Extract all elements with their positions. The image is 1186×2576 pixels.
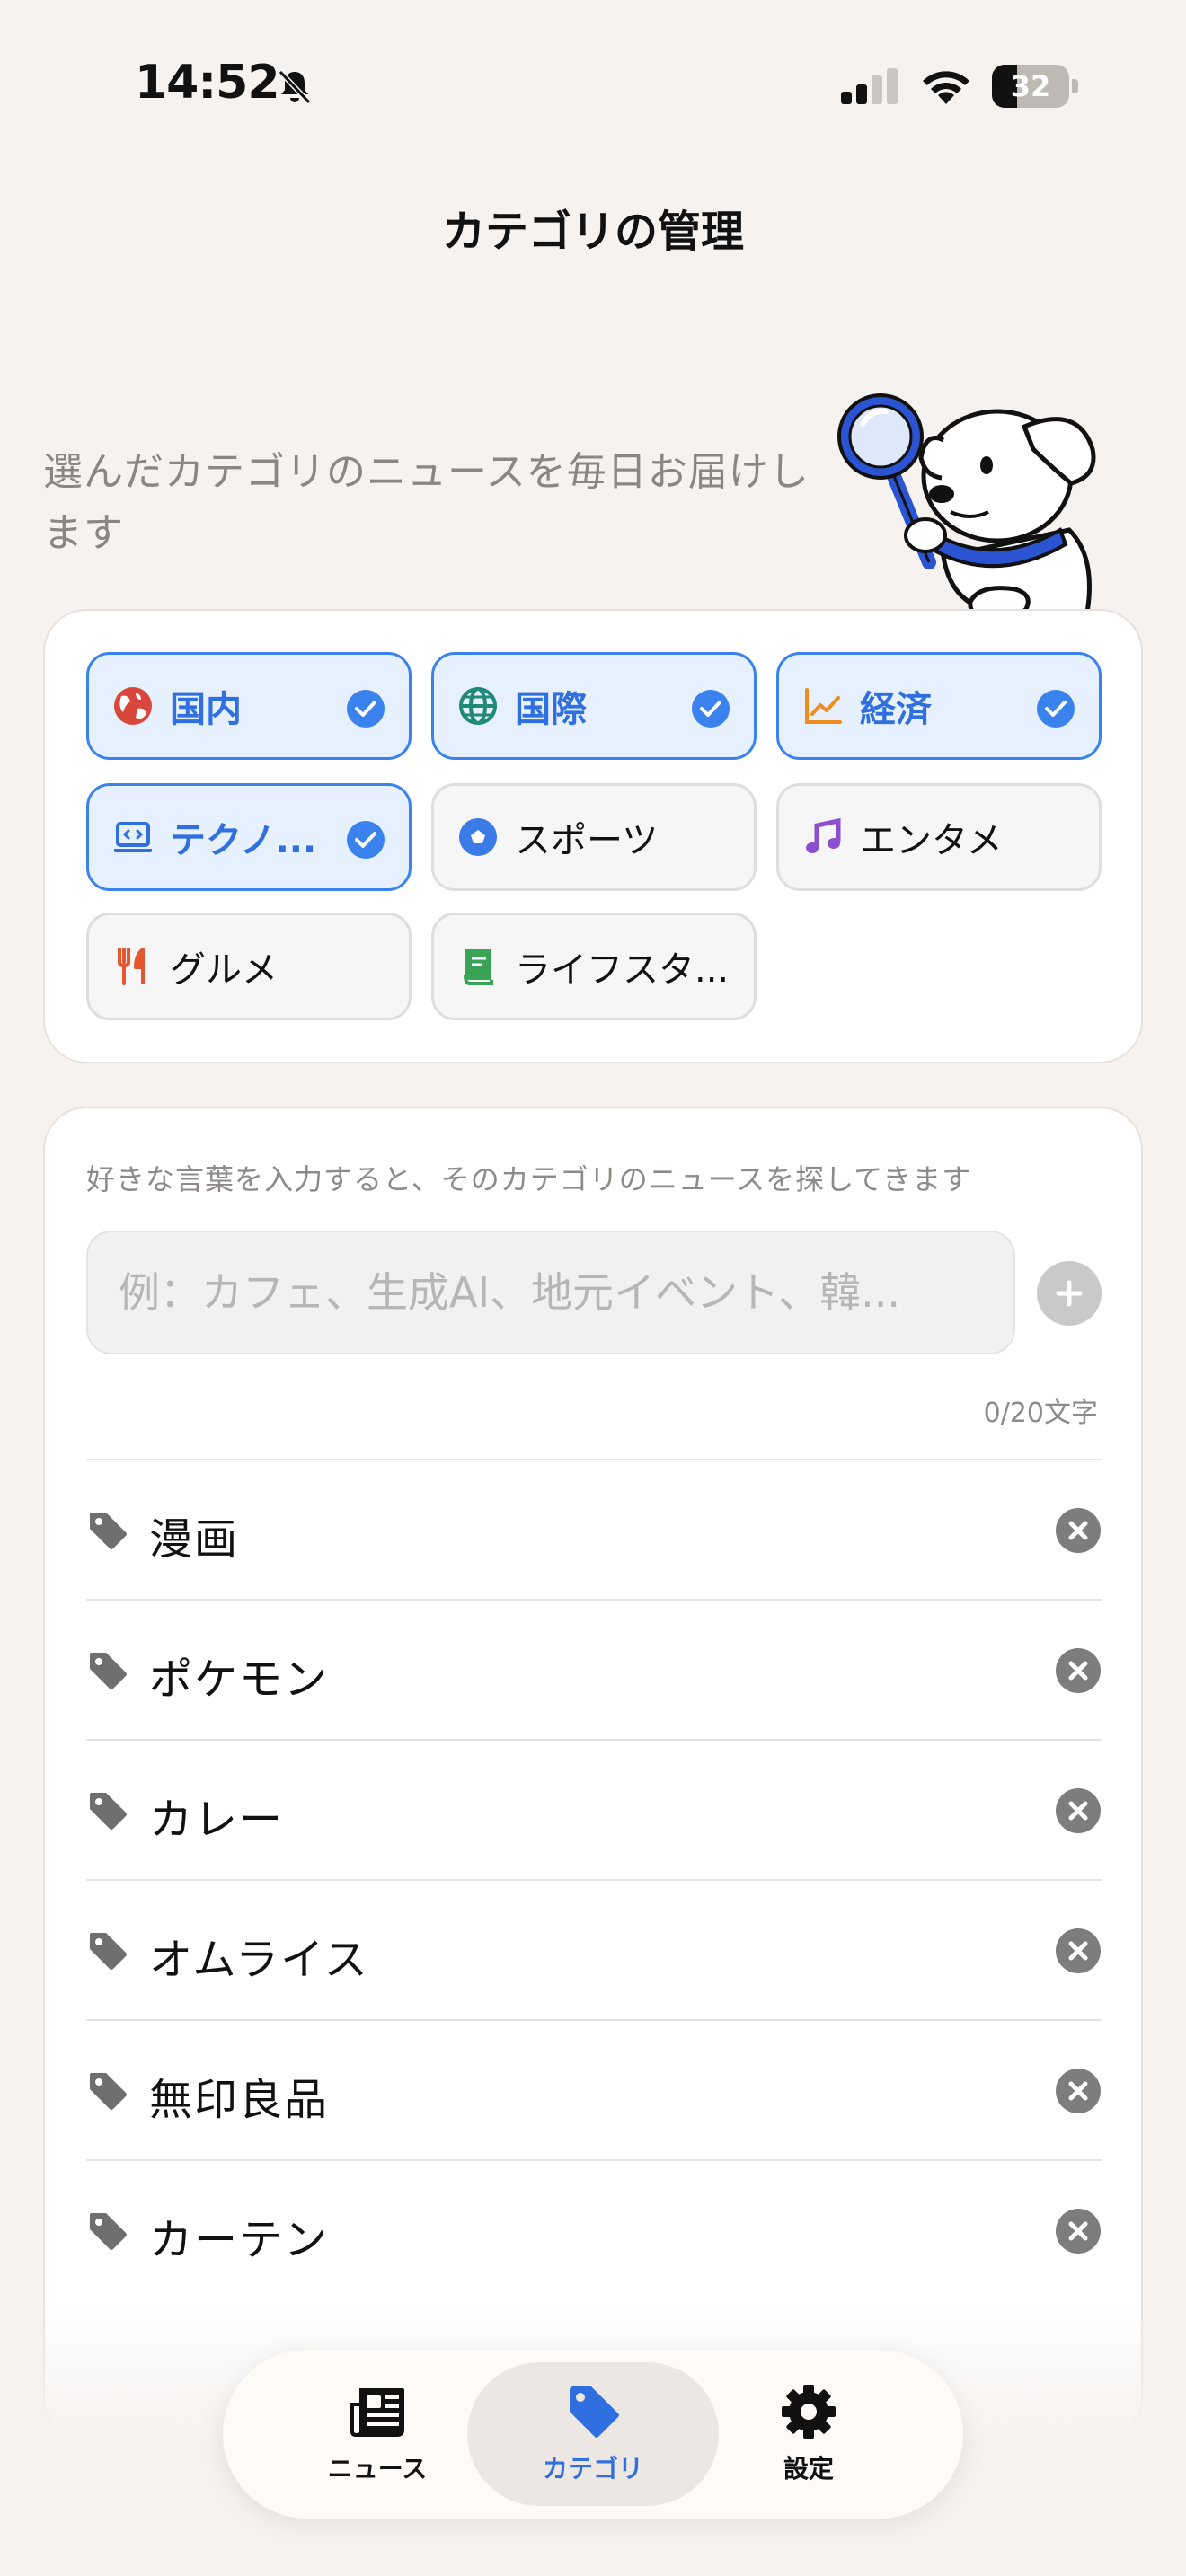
add-keyword-button[interactable] — [1037, 1261, 1102, 1326]
page-title: カテゴリの管理 — [441, 207, 744, 257]
category-chip-international[interactable]: 国際 — [431, 652, 757, 760]
tag-icon — [570, 2386, 619, 2438]
tab-news[interactable]: ニュース — [252, 2362, 503, 2506]
category-label: ライフスタ... — [515, 949, 730, 991]
category-label: グルメ — [170, 949, 278, 991]
keyword-row: 無印良品 — [86, 2021, 1102, 2161]
keyword-row: ポケモン — [86, 1601, 1102, 1741]
tag-icon — [90, 1793, 127, 1830]
category-label: 国内 — [170, 689, 242, 730]
category-selection-card: 国内 国際 経済 テクノ... スポーツ エンタメ グルメ ライフスタ... — [43, 609, 1143, 1063]
tag-icon — [90, 1653, 127, 1689]
tag-icon — [90, 1933, 127, 1970]
remove-keyword-button[interactable] — [1055, 2208, 1102, 2254]
book-icon — [464, 949, 493, 985]
category-chip-technology[interactable]: テクノ... — [86, 783, 412, 891]
keyword-input[interactable] — [86, 1231, 1015, 1354]
globe-icon — [459, 687, 497, 725]
category-chip-domestic[interactable]: 国内 — [86, 652, 412, 760]
battery-indicator: 32 — [992, 65, 1078, 108]
bell-muted-icon — [278, 69, 312, 105]
custom-keyword-card: 好きな言葉を入力すると、そのカテゴリのニュースを探してきます 0/20文字 漫画… — [43, 1107, 1143, 2441]
newspaper-icon — [350, 2388, 404, 2437]
tab-label: カテゴリ — [542, 2454, 643, 2483]
keyword-label: オムライス — [149, 1935, 369, 1985]
remove-keyword-button[interactable] — [1055, 1507, 1102, 1554]
keyword-label: 無印良品 — [149, 2075, 330, 2125]
category-label: スポーツ — [515, 820, 659, 861]
tag-icon — [90, 2073, 127, 2110]
remove-keyword-button[interactable] — [1055, 1787, 1102, 1834]
tab-category[interactable]: カテゴリ — [467, 2362, 719, 2506]
category-chip-lifestyle[interactable]: ライフスタ... — [431, 913, 757, 1020]
tab-settings[interactable]: 設定 — [683, 2362, 934, 2506]
category-label: 経済 — [860, 689, 932, 730]
character-counter: 0/20文字 — [983, 1398, 1098, 1429]
remove-keyword-button[interactable] — [1055, 1647, 1102, 1694]
check-circle-icon — [347, 821, 385, 859]
keyword-row: オムライス — [86, 1881, 1102, 2021]
category-label: テクノ... — [170, 820, 317, 861]
wifi-icon — [923, 71, 969, 104]
keyword-hint-text: 好きな言葉を入力すると、そのカテゴリのニュースを探してきます — [86, 1162, 972, 1196]
laptop-code-icon — [114, 822, 152, 852]
keyword-label: ポケモン — [149, 1654, 330, 1705]
soccer-ball-icon — [459, 818, 497, 856]
tab-label: ニュース — [327, 2454, 428, 2483]
bottom-tab-bar: ニュース カテゴリ 設定 — [223, 2350, 963, 2519]
keyword-row: カーテン — [86, 2161, 1102, 2301]
tag-icon — [90, 1513, 127, 1549]
keyword-label: 漫画 — [149, 1514, 240, 1565]
dog-mascot-illustration — [837, 393, 1096, 622]
intro-text: 選んだカテゴリのニュースを毎日お届けします — [43, 449, 810, 556]
check-circle-icon — [692, 690, 730, 728]
category-chip-entertainment[interactable]: エンタメ — [776, 783, 1102, 891]
category-chip-economy[interactable]: 経済 — [776, 652, 1102, 760]
tag-icon — [90, 2213, 127, 2250]
check-circle-icon — [1037, 690, 1075, 728]
category-label: エンタメ — [860, 820, 1003, 861]
category-chip-gourmet[interactable]: グルメ — [86, 913, 412, 1020]
plus-icon — [1056, 1280, 1083, 1307]
status-time: 14:52 — [135, 56, 280, 110]
music-note-icon — [806, 817, 841, 853]
chart-line-icon — [805, 688, 842, 724]
tab-label: 設定 — [783, 2454, 834, 2483]
category-label: 国際 — [515, 689, 587, 730]
remove-keyword-button[interactable] — [1055, 2068, 1102, 2114]
keyword-label: カレー — [149, 1795, 285, 1845]
keyword-row: カレー — [86, 1741, 1102, 1881]
keyword-row: 漫画 — [86, 1460, 1102, 1601]
check-circle-icon — [347, 690, 385, 728]
globe-asia-icon — [114, 687, 152, 725]
gear-icon — [782, 2385, 836, 2439]
cellular-signal-icon — [841, 68, 898, 104]
keyword-label: カーテン — [149, 2215, 330, 2265]
category-chip-sports[interactable]: スポーツ — [431, 783, 757, 891]
remove-keyword-button[interactable] — [1055, 1928, 1102, 1974]
status-bar: 14:52 32 — [0, 0, 1186, 171]
utensils-icon — [118, 948, 145, 985]
